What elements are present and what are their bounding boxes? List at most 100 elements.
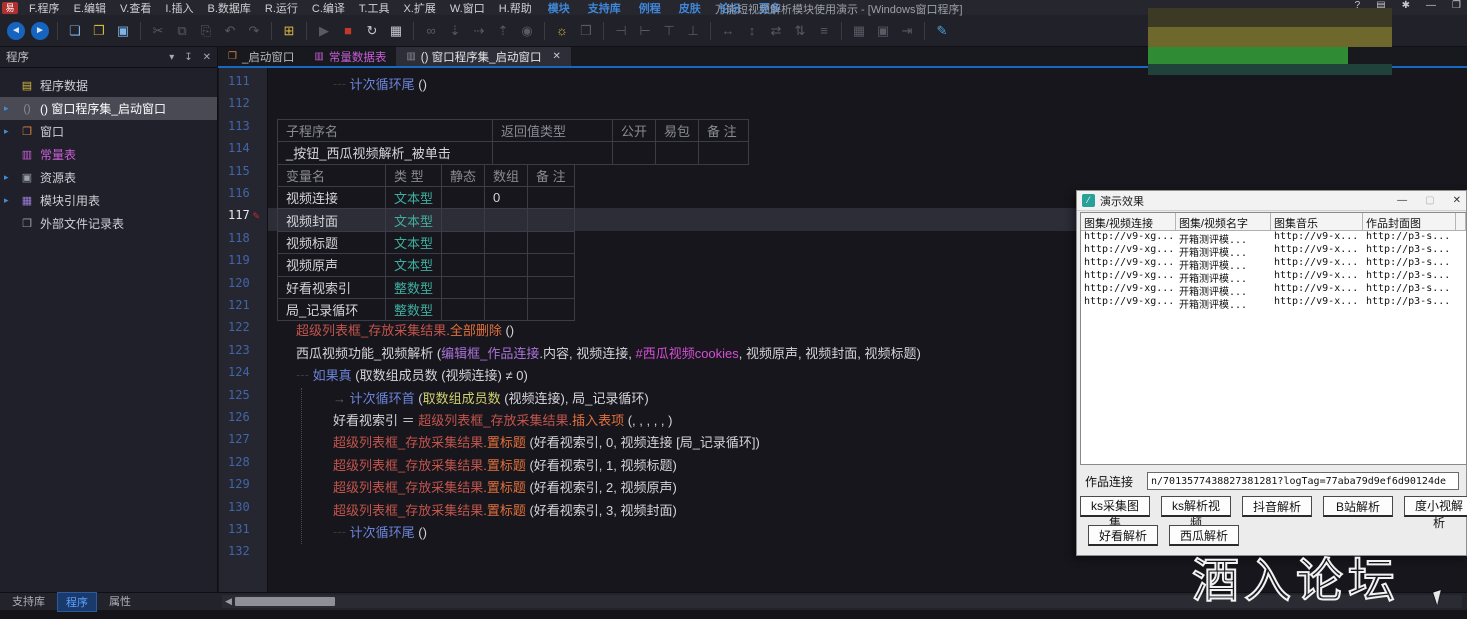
back-icon[interactable]: ◄ [7, 22, 25, 40]
sidebar-item[interactable]: ▸()() 窗口程序集_启动窗口 [0, 97, 217, 120]
table-cell[interactable]: 整数型 [386, 276, 442, 298]
plugin-menu-item[interactable]: 例程 [630, 0, 670, 16]
listview-row[interactable]: http://v9-xg...开箱测评模...http://v9-x...htt… [1081, 283, 1466, 296]
tab-close-icon[interactable]: ✕ [553, 51, 561, 62]
snippet-icon[interactable]: ❒ [575, 20, 597, 42]
align-right-icon[interactable]: ⊢ [634, 20, 656, 42]
table-cell[interactable]: 文本型 [386, 209, 442, 231]
code-line[interactable]: 超级列表框_存放采集结果.置标题 (好看视索引, 2, 视频原声) [333, 477, 677, 499]
listview-row[interactable]: http://v9-xg...开箱测评模...http://v9-x...htt… [1081, 231, 1466, 244]
scroll-left-arrow-icon[interactable]: ◀ [222, 596, 235, 607]
listview-row[interactable]: http://v9-xg...开箱测评模...http://v9-x...htt… [1081, 257, 1466, 270]
dropdown-icon[interactable]: ▾ [169, 52, 174, 63]
close-icon[interactable]: ✕ [203, 52, 211, 63]
add-form-icon[interactable]: ⊞ [278, 20, 300, 42]
run-icon[interactable]: ▶ [313, 20, 335, 42]
parse-button[interactable]: ks解析视频 [1161, 496, 1231, 517]
listview-row[interactable]: http://v9-xg...开箱测评模...http://v9-x...htt… [1081, 296, 1466, 309]
code-line[interactable]: ┄ 计次循环尾 () [333, 74, 427, 96]
sidebar-item[interactable]: ▸❐窗口 [0, 120, 217, 143]
table-cell[interactable] [528, 209, 575, 231]
menu-item[interactable]: R.运行 [258, 3, 305, 15]
listview-row[interactable]: http://v9-xg...开箱测评模...http://v9-x...htt… [1081, 270, 1466, 283]
parse-button[interactable]: B站解析 [1323, 496, 1393, 517]
table-cell[interactable] [485, 298, 528, 320]
table-cell[interactable] [528, 254, 575, 276]
space-evenly-icon[interactable]: ≡ [813, 20, 835, 42]
menu-item[interactable]: T.工具 [352, 3, 397, 15]
bottom-panel-tab[interactable]: 支持库 [4, 592, 53, 612]
editor-tab[interactable]: ▥常量数据表 [304, 47, 396, 66]
demo-title-bar[interactable]: ⁄ 演示效果 —▢✕ [1077, 191, 1466, 211]
stop-icon[interactable]: ■ [337, 20, 359, 42]
menu-item[interactable]: E.编辑 [67, 3, 113, 15]
debug-glasses-icon[interactable]: ∞ [420, 20, 442, 42]
code-line[interactable]: 好看视索引 ＝ 超级列表框_存放采集结果.插入表项 (, , , , , ) [333, 410, 672, 432]
table-cell[interactable] [485, 231, 528, 253]
table-cell[interactable] [485, 254, 528, 276]
table-cell[interactable] [528, 276, 575, 298]
table-cell[interactable] [485, 209, 528, 231]
undo-icon[interactable]: ↶ [219, 20, 241, 42]
code-line[interactable]: 超级列表框_存放采集结果.置标题 (好看视索引, 1, 视频标题) [333, 455, 677, 477]
code-line[interactable]: → 计次循环首 (取数组成员数 (视频连接), 局_记录循环) [333, 388, 649, 410]
same-height-icon[interactable]: ↕ [741, 20, 763, 42]
align-left-icon[interactable]: ⊣ [610, 20, 632, 42]
expander-icon[interactable]: ▸ [4, 126, 18, 137]
table-cell[interactable]: 文本型 [386, 186, 442, 208]
copy-icon[interactable]: ⧉ [171, 20, 193, 42]
step-out-icon[interactable]: ⇡ [492, 20, 514, 42]
step-in-icon[interactable]: ⇣ [444, 20, 466, 42]
table-cell[interactable]: 整数型 [386, 298, 442, 320]
tab-order-icon[interactable]: ⇥ [896, 20, 918, 42]
menu-item[interactable]: W.窗口 [443, 3, 492, 15]
result-listview[interactable]: 图集/视频连接图集/视频名字图集音乐作品封面图 http://v9-xg...开… [1080, 212, 1467, 465]
table-cell[interactable] [442, 254, 485, 276]
same-width-icon[interactable]: ↔ [717, 20, 739, 42]
center-horizontal-icon[interactable]: ⇄ [765, 20, 787, 42]
settings-icon[interactable]: ✱ [1402, 0, 1410, 11]
code-line[interactable]: 西瓜视频功能_视频解析 (编辑框_作品连接.内容, 视频连接, #西瓜视频coo… [296, 343, 921, 365]
tip-bulb-icon[interactable]: ☼ [551, 20, 573, 42]
table-cell[interactable] [493, 142, 613, 164]
listview-row[interactable]: http://v9-xg...开箱测评模...http://v9-x...htt… [1081, 244, 1466, 257]
restart-icon[interactable]: ↻ [361, 20, 383, 42]
parse-button[interactable]: ks采集图集 [1080, 496, 1150, 517]
bottom-panel-tab[interactable]: 程序 [57, 592, 97, 612]
table-cell[interactable]: 局_记录循环 [278, 298, 386, 320]
sidebar-item[interactable]: ▸▦模块引用表 [0, 189, 217, 212]
sidebar-item[interactable]: ▸▣资源表 [0, 166, 217, 189]
editor-table[interactable]: 变量名类 型静态数组备 注视频连接文本型0视频封面文本型视频标题文本型视频原声文… [277, 164, 575, 322]
table-cell[interactable]: 好看视索引 [278, 276, 386, 298]
step-over-icon[interactable]: ⇢ [468, 20, 490, 42]
listview-header[interactable]: 图集/视频连接图集/视频名字图集音乐作品封面图 [1081, 213, 1466, 231]
pin-icon[interactable]: ↧ [184, 52, 192, 63]
table-cell[interactable] [442, 209, 485, 231]
parse-button[interactable]: 好看解析 [1088, 525, 1158, 546]
listview-column-header[interactable]: 图集音乐 [1271, 213, 1363, 231]
align-bottom-icon[interactable]: ⊥ [682, 20, 704, 42]
expander-icon[interactable]: ▸ [4, 103, 18, 114]
new-file-icon[interactable]: ❏ [64, 20, 86, 42]
table-cell[interactable] [613, 142, 656, 164]
table-cell[interactable] [528, 298, 575, 320]
parse-button[interactable]: 度小视解析 [1404, 496, 1467, 517]
table-cell[interactable] [485, 276, 528, 298]
menu-item[interactable]: V.查看 [113, 3, 158, 15]
table-cell[interactable] [442, 186, 485, 208]
plugin-menu-item[interactable]: 支持库 [579, 0, 630, 16]
listview-column-header[interactable]: 图集/视频名字 [1176, 213, 1271, 231]
table-cell[interactable]: 视频原声 [278, 254, 386, 276]
code-line[interactable]: ┄ 计次循环尾 () [333, 522, 427, 544]
bottom-panel-tab[interactable]: 属性 [101, 592, 139, 612]
menu-item[interactable]: H.帮助 [492, 3, 539, 15]
compile-icon[interactable]: ▦ [385, 20, 407, 42]
redo-icon[interactable]: ↷ [243, 20, 265, 42]
table-cell[interactable]: 视频连接 [278, 186, 386, 208]
code-line[interactable]: 超级列表框_存放采集结果.置标题 (好看视索引, 3, 视频封面) [333, 500, 677, 522]
paste-icon[interactable]: ⎘ [195, 20, 217, 42]
table-cell[interactable] [442, 276, 485, 298]
menu-item[interactable]: C.编译 [305, 3, 352, 15]
grid-icon[interactable]: ▦ [848, 20, 870, 42]
plugin-menu-item[interactable]: 皮肤 [670, 0, 710, 16]
